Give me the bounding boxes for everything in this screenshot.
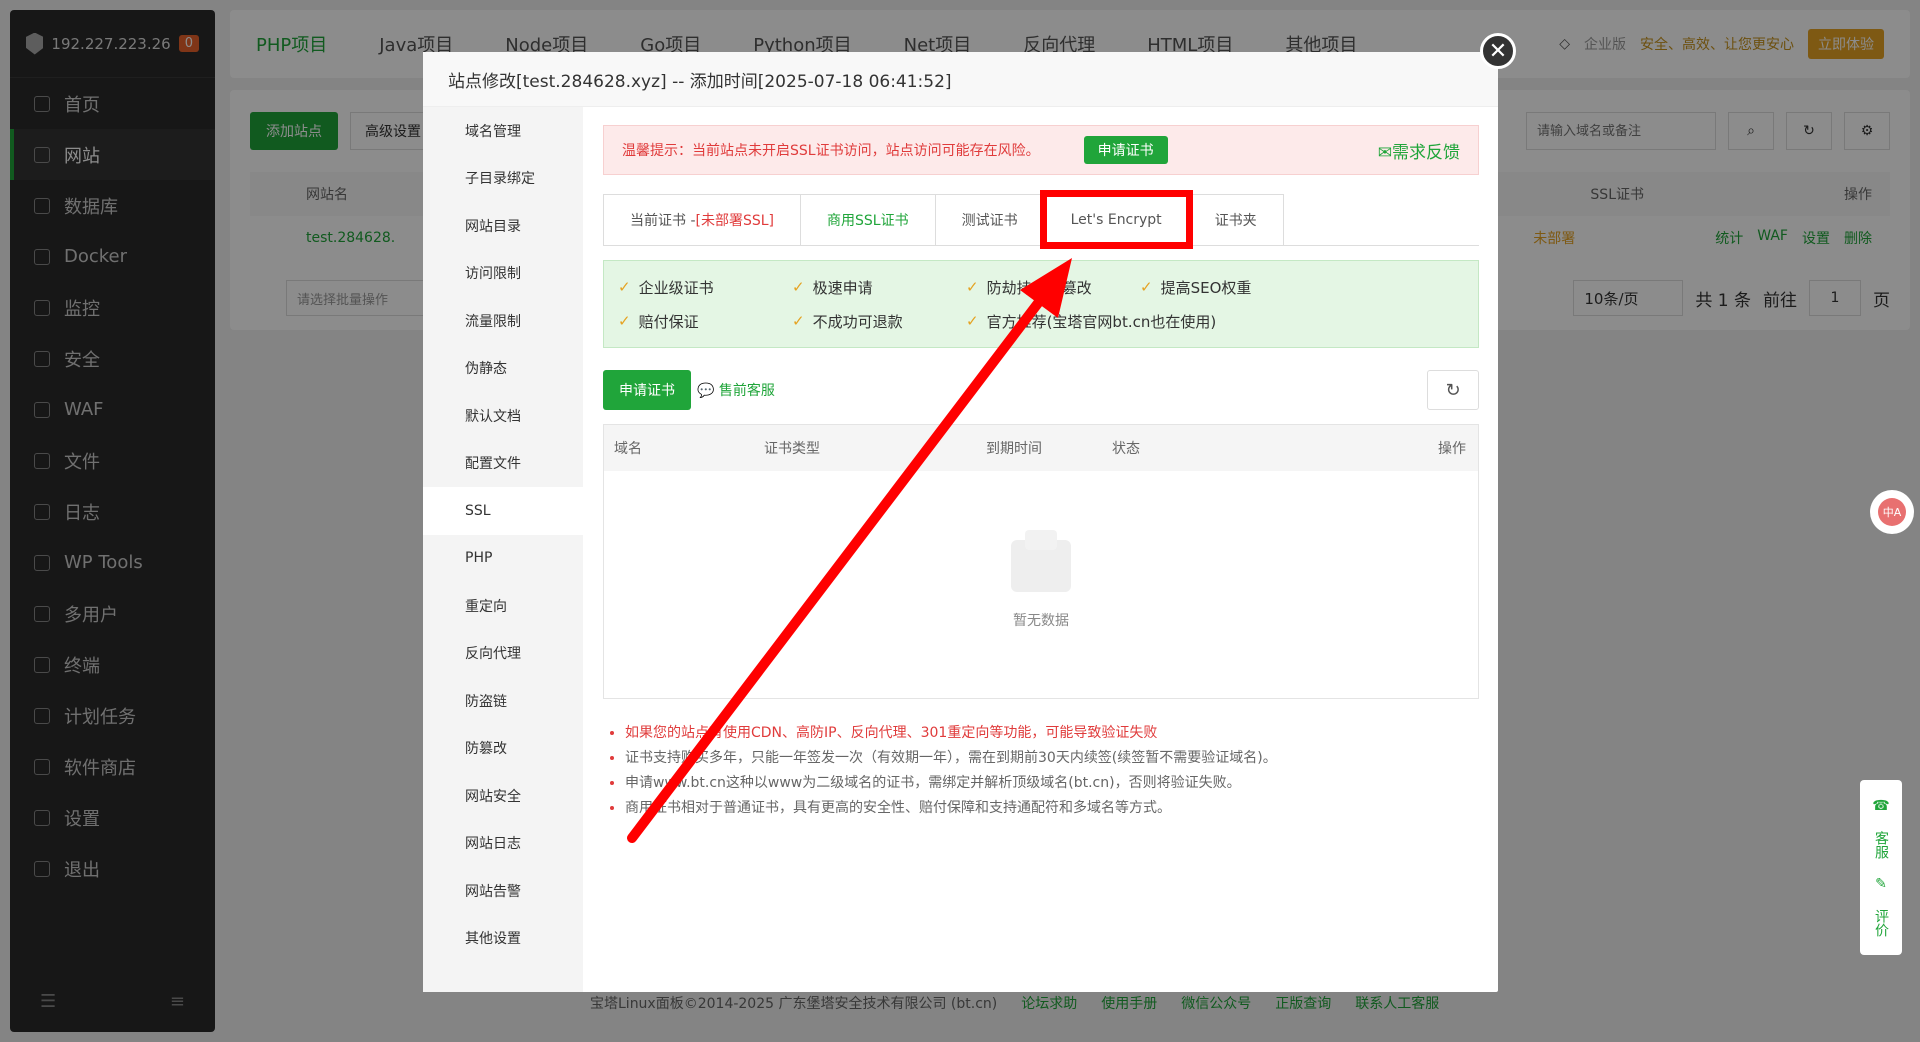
feature-item: ✓ 赔付保证 <box>618 309 792 333</box>
site-edit-modal: 站点修改[test.284628.xyz] -- 添加时间[2025-07-18… <box>423 52 1498 992</box>
check-icon: ✓ <box>792 278 805 296</box>
modal-menu-item[interactable]: 子目录绑定 <box>423 155 583 203</box>
tab-current-cert[interactable]: 当前证书 - [未部署SSL] <box>603 194 802 245</box>
translate-button[interactable]: 中A <box>1870 490 1914 534</box>
feature-item: ✓ 极速申请 <box>792 275 966 299</box>
tab-letsencrypt[interactable]: Let's Encrypt <box>1039 190 1193 249</box>
check-icon: ✓ <box>966 312 979 330</box>
close-icon[interactable]: ✕ <box>1480 33 1516 69</box>
presale-service-link[interactable]: 💬 售前客服 <box>697 380 775 400</box>
feature-label: 企业级证书 <box>638 278 714 297</box>
col-status: 状态 <box>1112 441 1140 457</box>
review-icon: ✎ <box>1875 875 1887 892</box>
service-icon: ☎ <box>1872 798 1890 815</box>
feature-item: ✓ 企业级证书 <box>618 275 792 299</box>
tab-test-cert[interactable]: 测试证书 <box>934 194 1045 245</box>
col-expiry: 到期时间 <box>986 441 1042 457</box>
check-icon: ✓ <box>966 278 979 296</box>
check-icon: ✓ <box>1140 278 1153 296</box>
col-domain: 域名 <box>614 441 642 457</box>
review-label[interactable]: 评价 <box>1871 909 1891 937</box>
feature-label: 极速申请 <box>812 278 873 297</box>
empty-box-icon <box>1011 530 1071 592</box>
feature-label: 不成功可退款 <box>812 312 903 331</box>
feature-label: 赔付保证 <box>638 312 699 331</box>
warning-text: 温馨提示：当前站点未开启SSL证书访问，站点访问可能存在风险。 <box>622 143 1040 159</box>
modal-menu-item[interactable]: 网站日志 <box>423 820 583 868</box>
modal-menu-item[interactable]: 访问限制 <box>423 250 583 298</box>
modal-menu-item[interactable]: 其他设置 <box>423 915 583 963</box>
tab-cert-folder[interactable]: 证书夹 <box>1187 194 1284 245</box>
feature-list: ✓ 企业级证书 ✓ 极速申请 ✓ 防劫持、防篡改 ✓ 提高SEO权重 ✓ 赔付保证 ✓ 不成… <box>603 260 1479 348</box>
col-actions: 操作 <box>1438 441 1466 457</box>
modal-menu-item[interactable]: 流量限制 <box>423 297 583 345</box>
ssl-content: 温馨提示：当前站点未开启SSL证书访问，站点访问可能存在风险。 申请证书 ✉需求… <box>603 125 1479 821</box>
refresh-icon[interactable]: ↻ <box>1427 370 1479 410</box>
modal-menu-item[interactable]: 默认文档 <box>423 392 583 440</box>
check-icon: ✓ <box>792 312 805 330</box>
col-cert-type: 证书类型 <box>764 441 820 457</box>
feedback-link[interactable]: ✉需求反馈 <box>1378 138 1460 163</box>
presale-label: 售前客服 <box>718 383 775 399</box>
feedback-icon: ✉ <box>1377 142 1392 163</box>
note-item: 证书支持购买多年，只能一年签发一次（有效期一年），需在到期前30天内续签(续签暂… <box>625 746 1479 771</box>
note-item: 如果您的站点有使用CDN、高防IP、反向代理、301重定向等功能，可能导致验证失… <box>625 721 1479 746</box>
empty-state: 暂无数据 <box>604 471 1478 699</box>
modal-menu-item[interactable]: PHP <box>423 535 583 583</box>
modal-menu-item[interactable]: 网站告警 <box>423 867 583 915</box>
modal-menu-item[interactable]: 防盗链 <box>423 677 583 725</box>
ssl-tabs: 当前证书 - [未部署SSL] 商用SSL证书 测试证书 Let's Encry… <box>603 190 1479 249</box>
apply-cert-button[interactable]: 申请证书 <box>1083 136 1168 164</box>
feature-item: ✓ 不成功可退款 <box>792 309 966 333</box>
modal-menu-item[interactable]: 配置文件 <box>423 440 583 488</box>
translate-icon: 中A <box>1878 498 1906 526</box>
empty-text: 暂无数据 <box>1013 613 1069 629</box>
modal-title: 站点修改[test.284628.xyz] -- 添加时间[2025-07-18… <box>423 52 1498 107</box>
check-icon: ✓ <box>618 278 631 296</box>
modal-menu-item[interactable]: 网站安全 <box>423 772 583 820</box>
cert-table-header: 域名 证书类型 到期时间 状态 操作 <box>604 425 1478 471</box>
tab-current-status: [未部署SSL] <box>695 213 775 229</box>
tab-current-label: 当前证书 - <box>630 213 696 229</box>
modal-menu-item[interactable]: SSL <box>423 487 583 535</box>
modal-menu-item[interactable]: 伪静态 <box>423 345 583 393</box>
float-panel: ☎ 客服 ✎ 评价 <box>1860 780 1902 955</box>
notes-list: 如果您的站点有使用CDN、高防IP、反向代理、301重定向等功能，可能导致验证失… <box>603 721 1479 821</box>
modal-menu: 域名管理 子目录绑定 网站目录 访问限制 流量限制 伪静态 默认文档 配置文件 SSL PHP 重定… <box>423 107 583 992</box>
check-icon: ✓ <box>618 312 631 330</box>
note-item: 商用证书相对于普通证书，具有更高的安全性、赔付保障和支持通配符和多域名等方式。 <box>625 796 1479 821</box>
modal-menu-item[interactable]: 域名管理 <box>423 107 583 155</box>
ssl-warning: 温馨提示：当前站点未开启SSL证书访问，站点访问可能存在风险。 申请证书 ✉需求… <box>603 125 1479 175</box>
cert-table: 域名 证书类型 到期时间 状态 操作 暂无数据 <box>603 424 1479 699</box>
feature-item: ✓ 提高SEO权重 <box>1140 275 1340 299</box>
chat-icon: 💬 <box>697 383 715 399</box>
modal-menu-item[interactable]: 重定向 <box>423 582 583 630</box>
feedback-label: 需求反馈 <box>1392 142 1460 163</box>
tab-commercial-ssl[interactable]: 商用SSL证书 <box>800 194 936 245</box>
feature-item: ✓ 防劫持、防篡改 <box>966 275 1140 299</box>
modal-menu-item[interactable]: 反向代理 <box>423 630 583 678</box>
apply-cert-button-main[interactable]: 申请证书 <box>603 370 691 410</box>
note-item: 申请www.bt.cn这种以www为二级域名的证书，需绑定并解析顶级域名(bt.… <box>625 771 1479 796</box>
feature-item: ✓ 官方推荐(宝塔官网bt.cn也在使用) <box>966 309 1340 333</box>
service-label[interactable]: 客服 <box>1871 831 1891 859</box>
feature-label: 防劫持、防篡改 <box>986 278 1092 297</box>
modal-menu-item[interactable]: 防篡改 <box>423 725 583 773</box>
modal-menu-item[interactable]: 网站目录 <box>423 202 583 250</box>
feature-label: 提高SEO权重 <box>1160 278 1252 297</box>
feature-label: 官方推荐(宝塔官网bt.cn也在使用) <box>986 312 1217 331</box>
cert-actions: 申请证书 💬 售前客服 ↻ <box>603 370 1479 410</box>
